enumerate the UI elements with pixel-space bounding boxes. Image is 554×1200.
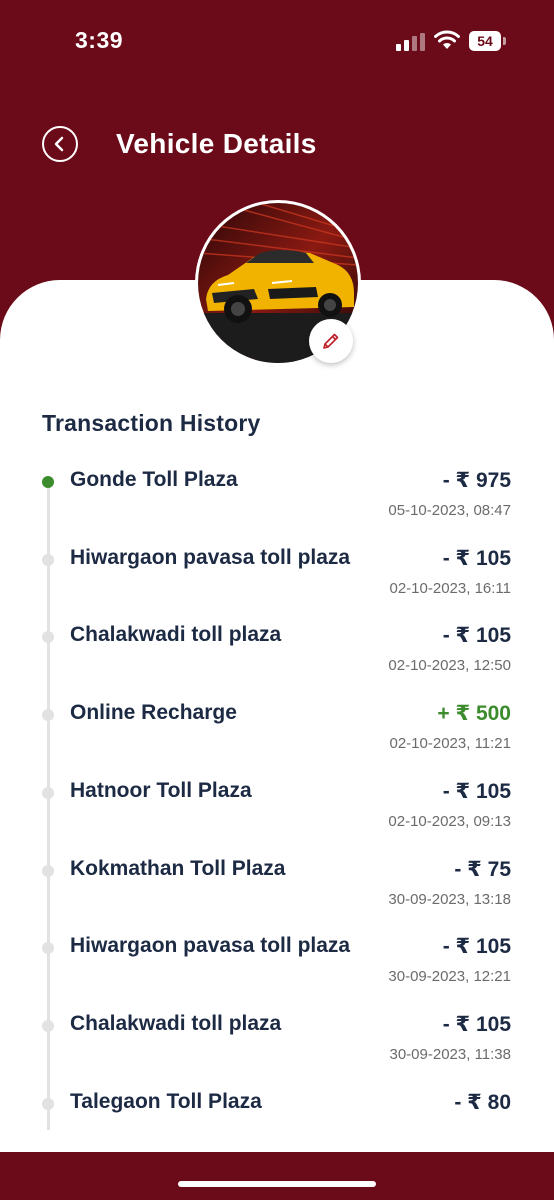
transaction-name: Talegaon Toll Plaza — [70, 1090, 262, 1113]
home-indicator[interactable] — [178, 1181, 376, 1187]
cellular-signal-icon — [396, 33, 425, 51]
battery-level: 54 — [469, 31, 501, 51]
wifi-icon — [434, 30, 460, 49]
page-title: Vehicle Details — [116, 128, 317, 159]
transaction-amount: - ₹ 975 — [442, 469, 511, 492]
pencil-icon — [323, 333, 339, 349]
content-card: Transaction History Gonde Toll Plaza - ₹ … — [0, 280, 554, 1152]
transaction-date: 30-09-2023, 11:38 — [389, 1046, 512, 1063]
transaction-amount: + ₹ 500 — [437, 702, 511, 725]
transaction-name: Online Recharge — [70, 701, 237, 724]
transaction-amount: - ₹ 105 — [442, 780, 511, 803]
section-title: Transaction History — [42, 410, 261, 436]
timeline-dot — [42, 631, 54, 643]
timeline-line — [47, 480, 50, 1130]
transaction-amount: - ₹ 105 — [442, 624, 511, 647]
transaction-name: Gonde Toll Plaza — [70, 468, 238, 491]
chevron-left-icon — [54, 136, 64, 152]
bottom-bar — [0, 1152, 554, 1200]
timeline-dot — [42, 942, 54, 954]
back-button[interactable] — [42, 126, 78, 162]
battery-tip — [503, 37, 506, 45]
status-time: 3:39 — [75, 27, 124, 53]
timeline-dot — [42, 709, 54, 721]
transaction-amount: - ₹ 105 — [442, 935, 511, 958]
transaction-date: 05-10-2023, 08:47 — [388, 502, 511, 519]
transaction-date: 02-10-2023, 16:11 — [389, 580, 512, 597]
battery-icon: 54 — [469, 31, 507, 51]
timeline-dot — [42, 1020, 54, 1032]
transaction-name: Hiwargaon pavasa toll plaza — [70, 546, 351, 569]
transaction-name: Chalakwadi toll plaza — [70, 1012, 282, 1035]
timeline-dot — [42, 787, 54, 799]
timeline-dot — [42, 554, 54, 566]
edit-photo-button[interactable] — [309, 319, 353, 363]
transaction-name: Kokmathan Toll Plaza — [70, 857, 286, 880]
timeline-dot — [42, 476, 54, 488]
transaction-amount: - ₹ 105 — [442, 1013, 511, 1036]
header: Vehicle Details — [0, 110, 554, 180]
transaction-date: 30-09-2023, 12:21 — [388, 968, 511, 985]
timeline-dot — [42, 865, 54, 877]
transaction-date: 30-09-2023, 13:18 — [388, 891, 511, 908]
transaction-date: 02-10-2023, 09:13 — [388, 813, 511, 830]
transaction-name: Hatnoor Toll Plaza — [70, 779, 252, 802]
transaction-name: Hiwargaon pavasa toll plaza — [70, 934, 351, 957]
transaction-date: 02-10-2023, 11:21 — [389, 735, 512, 752]
transaction-amount: - ₹ 80 — [454, 1091, 511, 1114]
transaction-name: Chalakwadi toll plaza — [70, 623, 282, 646]
transaction-amount: - ₹ 75 — [454, 858, 511, 881]
status-bar: 3:39 54 — [0, 0, 554, 84]
timeline-dot — [42, 1098, 54, 1110]
transaction-amount: - ₹ 105 — [442, 547, 511, 570]
transaction-date: 02-10-2023, 12:50 — [388, 657, 511, 674]
